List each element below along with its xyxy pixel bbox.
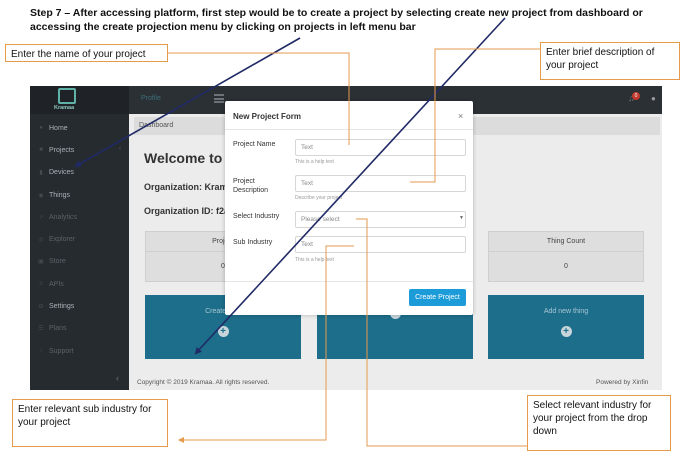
- project-description-label: Project Description: [233, 178, 269, 194]
- chevron-down-icon: ▼: [459, 215, 464, 221]
- callout-industry: Select relevant industry for your projec…: [527, 395, 671, 451]
- sidebar-item-store[interactable]: ▣ Store: [30, 251, 129, 273]
- project-name-label: Project Name: [233, 141, 276, 148]
- organization-name: Organization: Krama: [144, 182, 233, 192]
- folder-icon: ■: [39, 147, 43, 154]
- plan-icon: ☰: [38, 326, 44, 333]
- stat-value: 0: [564, 263, 568, 270]
- new-project-modal: New Project Form × Project Name Text Thi…: [225, 101, 473, 315]
- callout-sub-industry: Enter relevant sub industry for your pro…: [12, 399, 168, 447]
- chevron-left-icon: ‹: [119, 146, 121, 153]
- logo-area: Kramaa: [30, 86, 129, 114]
- footer-copyright: Copyright © 2019 Kramaa. All rights rese…: [137, 379, 270, 386]
- callout-project-name: Enter the name of your project: [5, 44, 168, 62]
- notification-badge: 0: [632, 92, 640, 100]
- create-project-button[interactable]: Create Project: [409, 289, 466, 306]
- add-thing-card[interactable]: Add new thing +: [488, 295, 644, 359]
- sub-industry-label: Sub Industry: [233, 239, 273, 246]
- sidebar-item-label: Settings: [49, 303, 75, 311]
- sidebar-item-analytics[interactable]: ↗ Analytics: [30, 206, 129, 228]
- home-icon: ●: [39, 125, 43, 132]
- collapse-sidebar-icon[interactable]: ‹: [116, 373, 119, 383]
- logo-text: Kramaa: [54, 105, 75, 111]
- industry-label: Select Industry: [233, 213, 280, 220]
- page-title: Welcome to: [144, 150, 223, 166]
- api-icon: ≡: [39, 281, 43, 288]
- sidebar-item-projects[interactable]: ■ Projects ‹: [30, 139, 129, 161]
- industry-select[interactable]: Please select: [295, 211, 466, 228]
- stat-label: Thing Count: [489, 232, 643, 252]
- sidebar-item-label: Store: [49, 258, 66, 266]
- sidebar-item-things[interactable]: ◉ Things: [30, 184, 129, 206]
- plus-icon: +: [217, 326, 229, 337]
- sidebar: Kramaa ● Home ■ Projects ‹ ▮ Devices ◉ T…: [30, 86, 129, 390]
- sidebar-item-label: Home: [49, 124, 68, 132]
- chart-icon: ↗: [38, 214, 44, 221]
- sidebar-item-plans[interactable]: ☰ Plans: [30, 318, 129, 340]
- sidebar-item-label: Things: [49, 191, 71, 199]
- modal-footer-divider: [225, 281, 473, 282]
- sidebar-item-label: Devices: [49, 169, 74, 177]
- binoculars-icon: ◎: [38, 237, 44, 244]
- sub-industry-help: This is a help text: [295, 257, 334, 263]
- sidebar-item-label: APIs: [49, 280, 64, 288]
- sidebar-menu: ● Home ■ Projects ‹ ▮ Devices ◉ Things ↗…: [30, 117, 129, 362]
- project-description-input[interactable]: Text: [295, 175, 466, 192]
- gear-icon: ⚙: [38, 304, 44, 311]
- sidebar-item-explorer[interactable]: ◎ Explorer: [30, 228, 129, 250]
- project-name-help: This is a help text: [295, 159, 334, 165]
- project-description-help: Describe your project: [295, 195, 343, 201]
- plus-icon: +: [560, 326, 572, 337]
- callout-project-description: Enter brief description of your project: [540, 42, 680, 80]
- footer-powered-by: Powered by Xinfin: [596, 379, 649, 386]
- project-name-input[interactable]: Text: [295, 139, 466, 156]
- user-icon[interactable]: ●: [651, 94, 656, 103]
- sidebar-item-label: Plans: [49, 325, 67, 333]
- cube-icon: ◉: [38, 192, 44, 199]
- sub-industry-input[interactable]: Text: [295, 236, 466, 253]
- instruction-title: Step 7 – After accessing platform, first…: [30, 7, 643, 33]
- sidebar-item-settings[interactable]: ⚙ Settings: [30, 295, 129, 317]
- sidebar-item-label: Analytics: [49, 213, 78, 221]
- support-icon: ○: [39, 348, 43, 355]
- profile-link[interactable]: Profile: [141, 95, 161, 102]
- sidebar-item-label: Explorer: [49, 236, 76, 244]
- cart-icon: ▣: [38, 259, 44, 266]
- hamburger-menu-icon[interactable]: [214, 94, 224, 103]
- sidebar-item-support[interactable]: ○ Support: [30, 340, 129, 362]
- sidebar-item-devices[interactable]: ▮ Devices: [30, 162, 129, 184]
- action-label: Add new thing: [543, 308, 589, 315]
- device-icon: ▮: [39, 170, 43, 177]
- modal-title: New Project Form: [233, 112, 302, 121]
- modal-divider: [225, 129, 473, 130]
- sidebar-item-apis[interactable]: ≡ APIs: [30, 273, 129, 295]
- sidebar-item-label: Projects: [49, 146, 75, 154]
- sidebar-item-label: Support: [49, 347, 74, 355]
- stat-card-things: Thing Count 0: [488, 231, 644, 282]
- organization-id: Organization ID: f2a: [144, 206, 230, 216]
- close-icon[interactable]: ×: [458, 111, 463, 121]
- sidebar-item-home[interactable]: ● Home: [30, 117, 129, 139]
- logo-icon: [58, 88, 76, 104]
